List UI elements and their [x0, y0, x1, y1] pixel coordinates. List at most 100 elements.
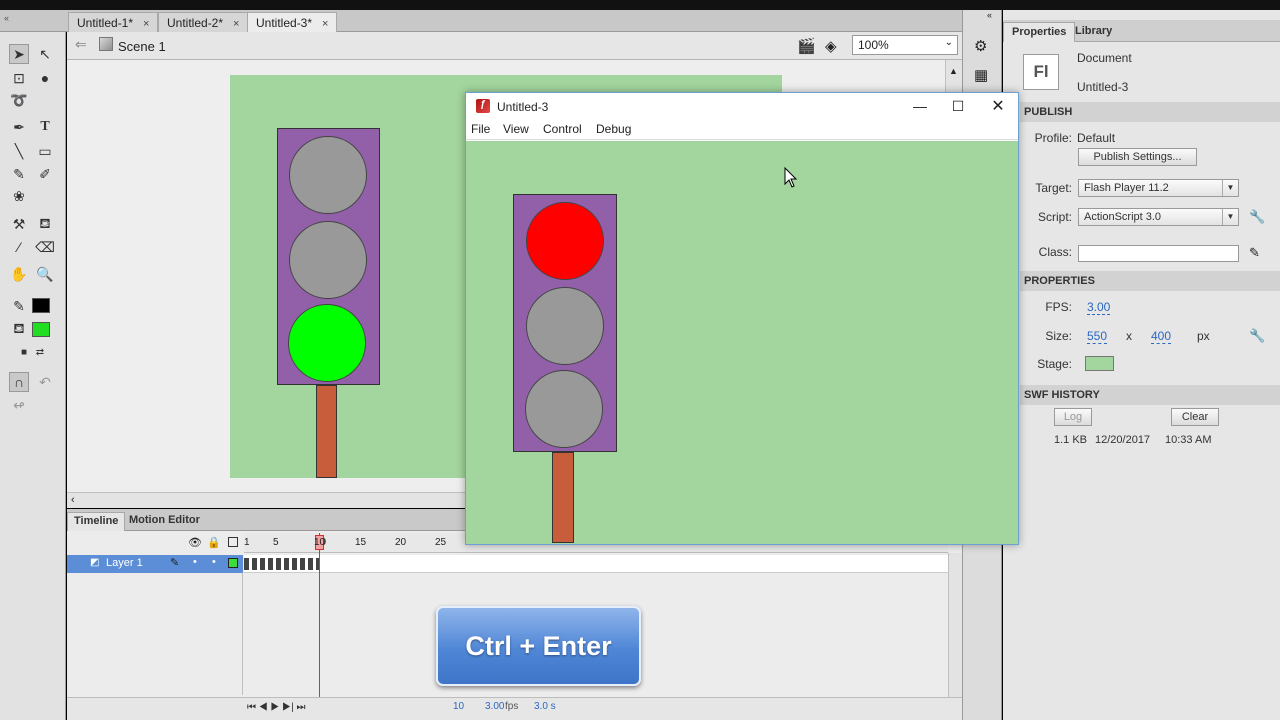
ruler-label: 15 — [355, 537, 367, 548]
publish-section-header[interactable]: PUBLISH — [1020, 102, 1280, 122]
color-panel-icon[interactable]: ⚙ — [974, 37, 987, 55]
menu-control[interactable]: Control — [543, 122, 582, 136]
pen-tool-icon[interactable]: ✒ — [9, 117, 29, 137]
clear-button[interactable]: Clear — [1171, 408, 1219, 426]
class-input[interactable] — [1078, 245, 1239, 262]
chevron-down-icon: ▼ — [1222, 209, 1238, 225]
script-value: ActionScript 3.0 — [1084, 211, 1162, 223]
tab-label: Untitled-1* — [77, 16, 134, 30]
frames-row[interactable] — [244, 555, 948, 573]
paint-bucket-icon[interactable]: ⛾ — [35, 214, 55, 234]
collapse-icon[interactable]: « — [4, 13, 9, 23]
top-strip — [0, 0, 1280, 10]
fps-value[interactable]: 3.00 — [1087, 300, 1111, 315]
script-select[interactable]: ActionScript 3.0 ▼ — [1078, 208, 1239, 226]
layer-color-swatch[interactable] — [228, 558, 238, 568]
tab-properties[interactable]: Properties — [1003, 22, 1076, 42]
eyedropper-icon[interactable]: ⁄ — [9, 237, 29, 257]
time-display: 3.0 s — [534, 701, 556, 712]
wrench-icon[interactable]: 🔧 — [1249, 328, 1265, 344]
maximize-button[interactable]: ☐ — [939, 93, 977, 119]
timeline-vertical-scrollbar[interactable] — [948, 553, 962, 697]
3d-rotation-icon[interactable]: ● — [35, 68, 55, 88]
tab-timeline[interactable]: Timeline — [67, 512, 126, 531]
history-time: 10:33 AM — [1165, 434, 1212, 446]
close-window-button[interactable]: ✕ — [979, 93, 1017, 119]
scroll-left-icon[interactable]: ‹ — [71, 494, 75, 506]
menu-debug[interactable]: Debug — [596, 122, 631, 136]
stage-color-swatch[interactable] — [1085, 356, 1114, 371]
align-panel-icon[interactable]: ▦ — [974, 66, 988, 84]
scroll-up-icon[interactable]: ▲ — [949, 66, 958, 76]
selection-tool-icon[interactable]: ➤ — [9, 44, 29, 64]
tab-label: Untitled-3* — [256, 16, 313, 30]
playhead[interactable]: 10 — [314, 535, 325, 550]
swap-colors-icon[interactable]: ⇄ — [30, 342, 50, 362]
tab-motion-editor[interactable]: Motion Editor — [123, 512, 206, 531]
size-unit: px — [1197, 329, 1210, 343]
target-select[interactable]: Flash Player 11.2 ▼ — [1078, 179, 1239, 197]
log-button[interactable]: Log — [1054, 408, 1092, 426]
line-tool-icon[interactable]: ╲ — [9, 141, 29, 161]
close-icon[interactable]: × — [322, 18, 328, 30]
menu-file[interactable]: File — [471, 122, 490, 136]
lasso-icon[interactable]: ➰ — [9, 90, 29, 110]
deco-tool-icon[interactable]: ❀ — [9, 186, 29, 206]
keyframes[interactable] — [244, 558, 320, 570]
target-label: Target: — [1035, 181, 1072, 195]
eye-icon[interactable]: 👁 — [188, 536, 202, 549]
tab-untitled-1[interactable]: Untitled-1* × — [68, 12, 159, 32]
layer-name: Layer 1 — [106, 557, 143, 569]
properties-section-header[interactable]: PROPERTIES — [1020, 271, 1280, 291]
current-frame-display: 10 — [453, 701, 465, 712]
collapse-icon[interactable]: « — [987, 10, 992, 20]
stage-height[interactable]: 400 — [1151, 329, 1172, 344]
visibility-dot[interactable]: • — [193, 556, 197, 568]
swf-history-section-header[interactable]: SWF HISTORY — [1020, 385, 1280, 405]
stroke-color-swatch[interactable] — [32, 298, 50, 313]
free-transform-icon[interactable]: ⊡ — [9, 68, 29, 88]
close-icon[interactable]: × — [143, 18, 149, 30]
outline-icon[interactable] — [228, 537, 238, 547]
edit-class-pencil-icon[interactable]: ✎ — [1249, 245, 1260, 261]
text-tool-icon[interactable]: T — [35, 117, 55, 137]
fill-color-swatch[interactable] — [32, 322, 50, 337]
size-separator: x — [1126, 329, 1132, 343]
snap-to-objects-icon[interactable]: ∩ — [9, 372, 29, 392]
menu-view[interactable]: View — [503, 122, 529, 136]
edit-scene-icon[interactable]: 🎬 — [797, 37, 816, 55]
lock-dot[interactable]: • — [212, 556, 216, 568]
profile-label: Profile: — [1034, 131, 1072, 145]
publish-settings-button[interactable]: Publish Settings... — [1078, 148, 1197, 166]
stroke-color-pencil-icon: ✎ — [13, 297, 25, 314]
subselection-tool-icon[interactable]: ↖ — [35, 44, 55, 64]
maximize-icon: ☐ — [951, 97, 965, 114]
close-icon[interactable]: × — [233, 18, 239, 30]
ruler-label: 20 — [395, 537, 407, 548]
rectangle-tool-icon[interactable]: ▭ — [35, 141, 55, 161]
minimize-button[interactable]: — — [901, 93, 939, 119]
lamp-bottom-green — [288, 304, 366, 382]
tab-untitled-3[interactable]: Untitled-3* × — [247, 12, 338, 32]
zoom-select[interactable]: 100% ⌄ — [852, 35, 958, 55]
stage-width[interactable]: 550 — [1087, 329, 1108, 344]
tab-untitled-2[interactable]: Untitled-2* × — [158, 12, 249, 32]
straighten-icon[interactable]: ↫ — [9, 395, 29, 415]
back-arrow-icon[interactable]: ⇐ — [75, 36, 87, 53]
pencil-tool-icon[interactable]: ✎ — [9, 164, 29, 184]
hand-tool-icon[interactable]: ✋ — [9, 264, 29, 284]
zoom-tool-icon[interactable]: 🔍 — [35, 264, 55, 284]
lock-icon[interactable]: 🔒 — [207, 536, 221, 549]
bone-tool-icon[interactable]: ⚒ — [9, 214, 29, 234]
layer-row[interactable]: ◩ Layer 1 ✎ • • — [67, 555, 243, 573]
eraser-icon[interactable]: ⌫ — [35, 237, 55, 257]
brush-tool-icon[interactable]: ✐ — [35, 164, 55, 184]
flash-player-icon: ƒ — [476, 99, 490, 113]
smooth-icon[interactable]: ↶ — [35, 372, 55, 392]
mouse-cursor-icon — [784, 167, 798, 188]
playback-controls-icon[interactable]: ⏮ ◀ ▶ ▶| ⏭ — [247, 702, 305, 713]
wrench-icon[interactable]: 🔧 — [1249, 209, 1265, 225]
edit-symbols-icon[interactable]: ◈ — [825, 37, 837, 55]
document-icon: Fl — [1023, 54, 1059, 90]
tab-library[interactable]: Library — [1067, 22, 1120, 42]
